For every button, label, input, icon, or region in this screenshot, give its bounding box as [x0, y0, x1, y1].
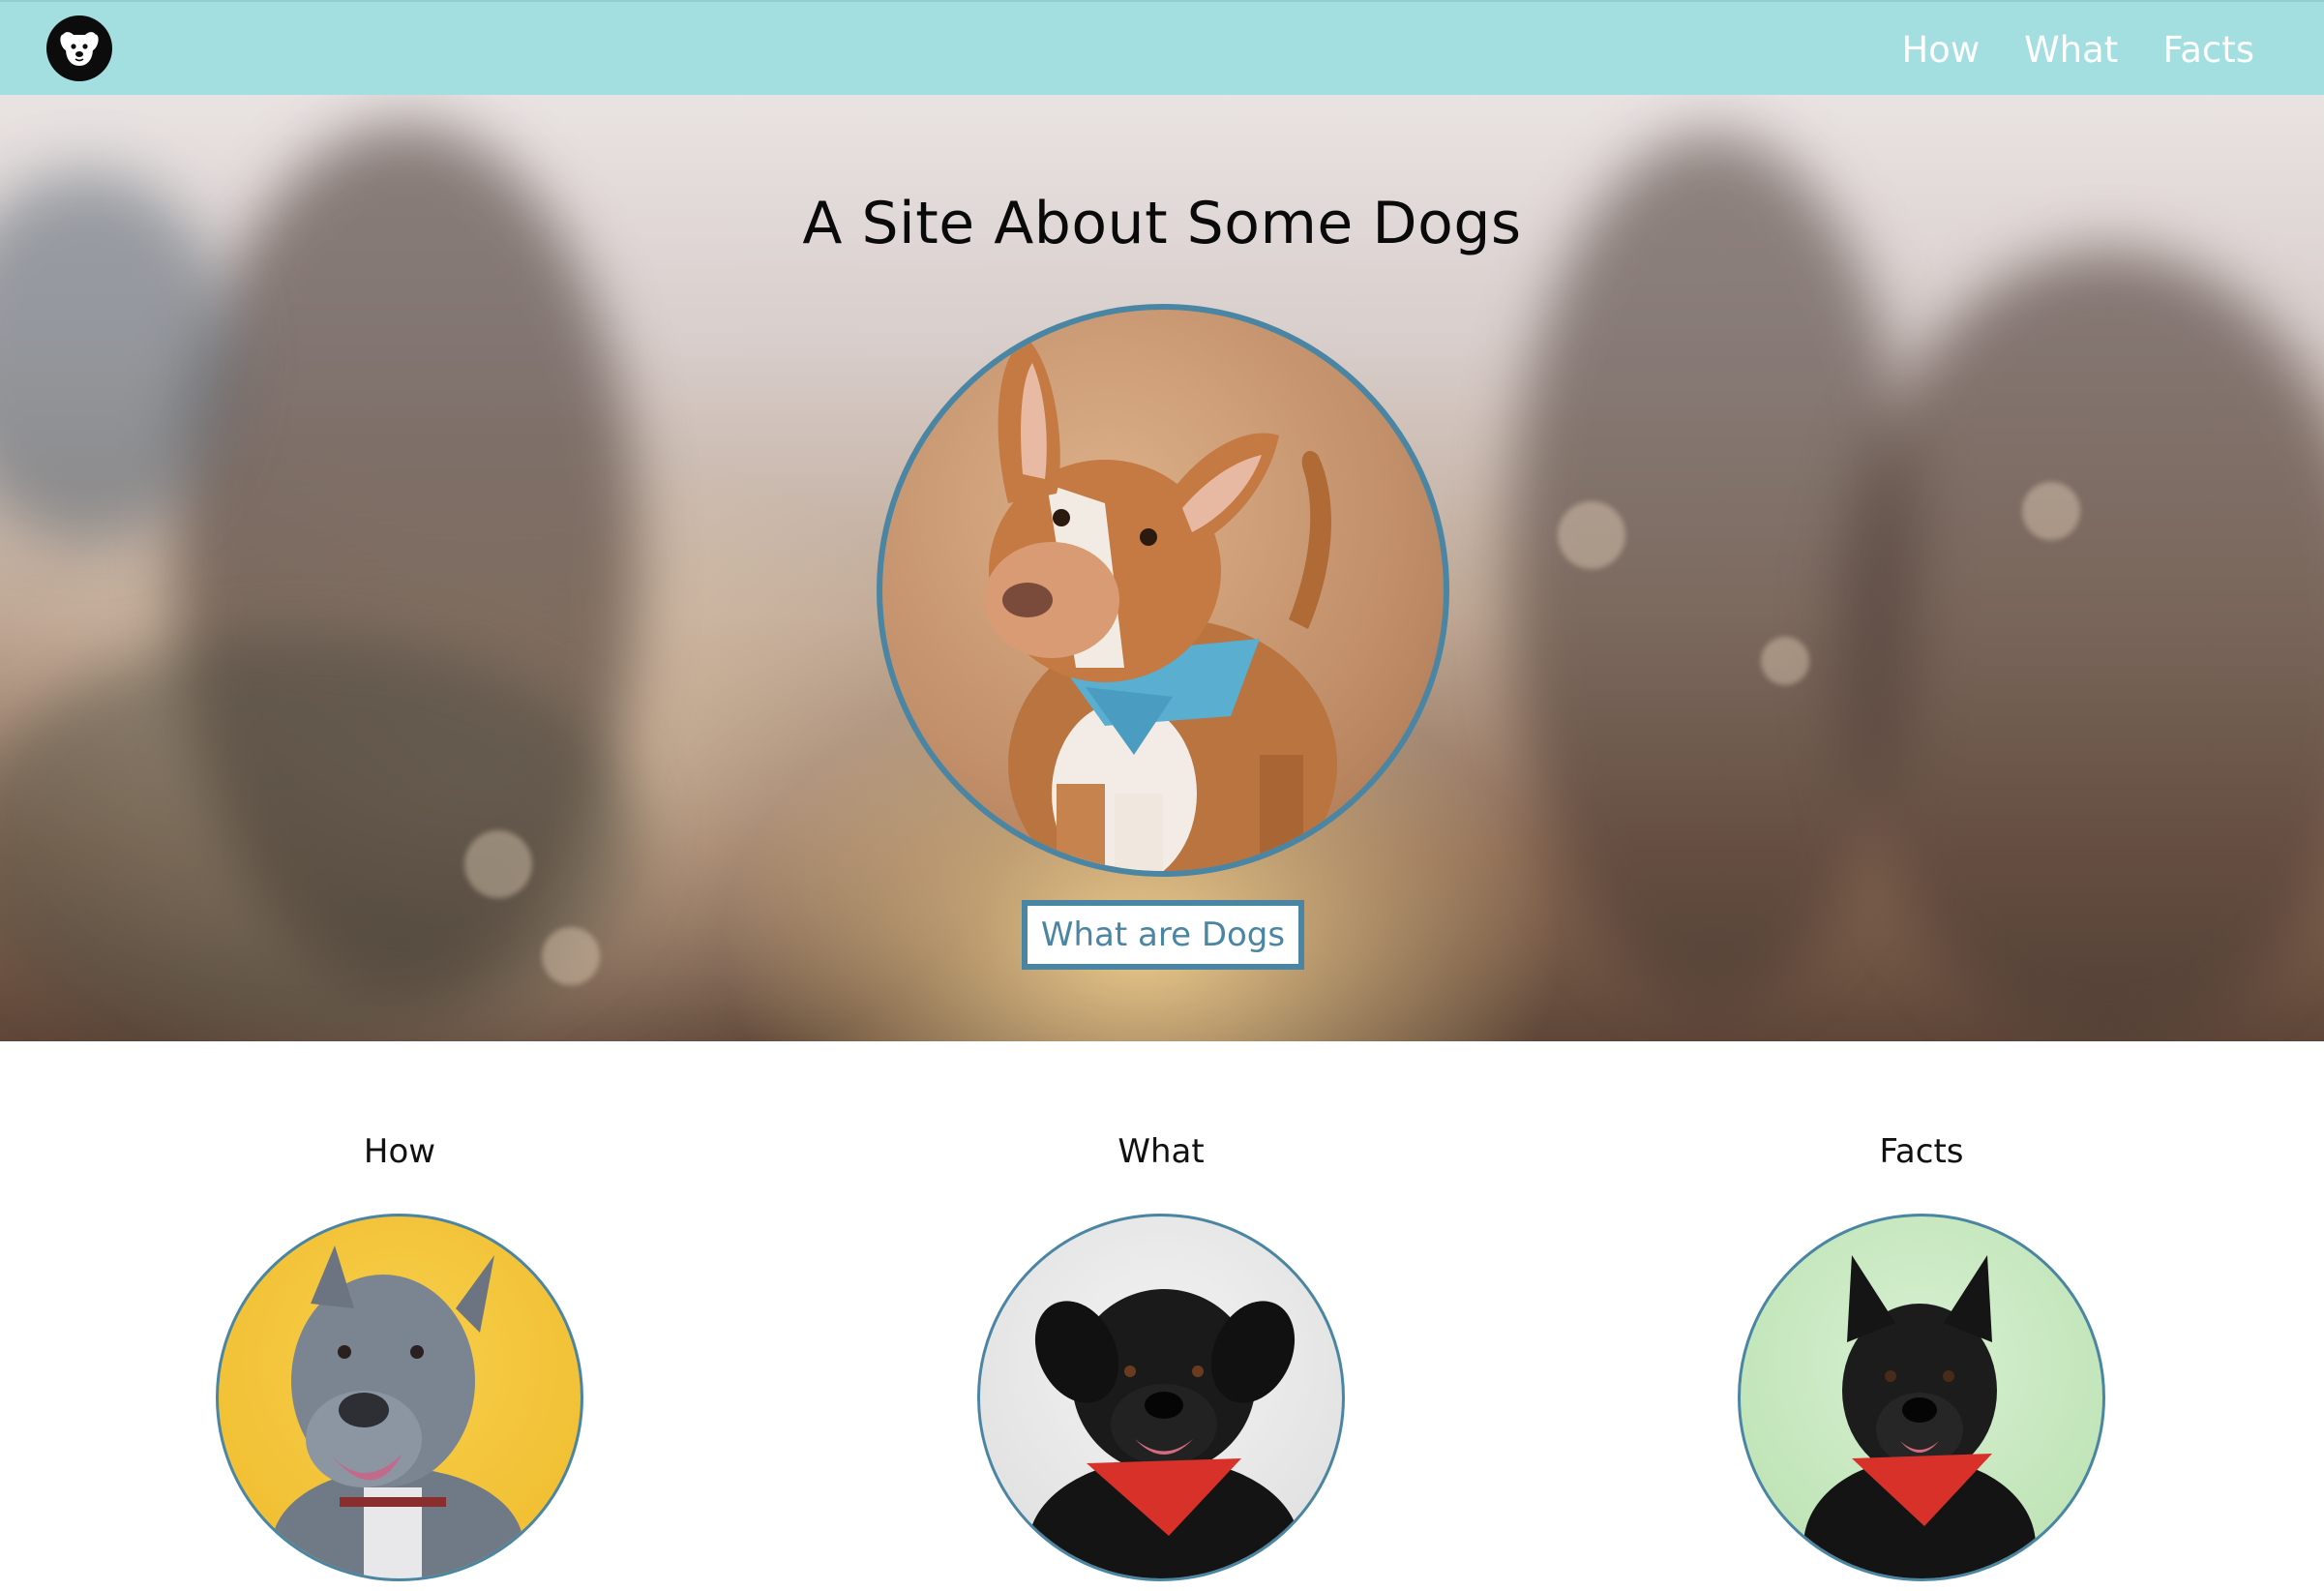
nav-links: How What Facts — [1901, 2, 2254, 97]
page-title: A Site About Some Dogs — [802, 190, 1522, 257]
dog-logo-icon[interactable] — [46, 15, 112, 81]
bokeh-light — [464, 830, 532, 898]
bokeh-light — [1761, 637, 1809, 685]
grey-dog-photo — [216, 1214, 583, 1581]
section-title-what: What — [1117, 1132, 1205, 1171]
black-shepherd-dog-photo — [1738, 1214, 2105, 1581]
section-how: How — [129, 1132, 670, 1581]
top-navbar: How What Facts — [0, 0, 2324, 95]
section-what: What — [890, 1132, 1432, 1581]
nav-link-how[interactable]: How — [1901, 29, 1980, 71]
bokeh-light — [2022, 482, 2080, 540]
bokeh-light — [542, 927, 600, 985]
section-facts: Facts — [1651, 1132, 2192, 1581]
background-tree-shape — [0, 637, 639, 1041]
background-tree-shape — [1838, 250, 2324, 1041]
what-are-dogs-button[interactable]: What are Dogs — [1022, 900, 1304, 970]
bokeh-light — [1558, 501, 1625, 569]
nav-link-facts[interactable]: Facts — [2162, 29, 2254, 71]
hero-banner: A Site About Some Dogs What are Dogs — [0, 95, 2324, 1041]
nav-link-what[interactable]: What — [2024, 29, 2118, 71]
section-title-how: How — [363, 1132, 436, 1171]
black-dog-photo — [977, 1214, 1345, 1581]
section-title-facts: Facts — [1879, 1132, 1964, 1171]
hero-dog-photo — [877, 304, 1449, 877]
